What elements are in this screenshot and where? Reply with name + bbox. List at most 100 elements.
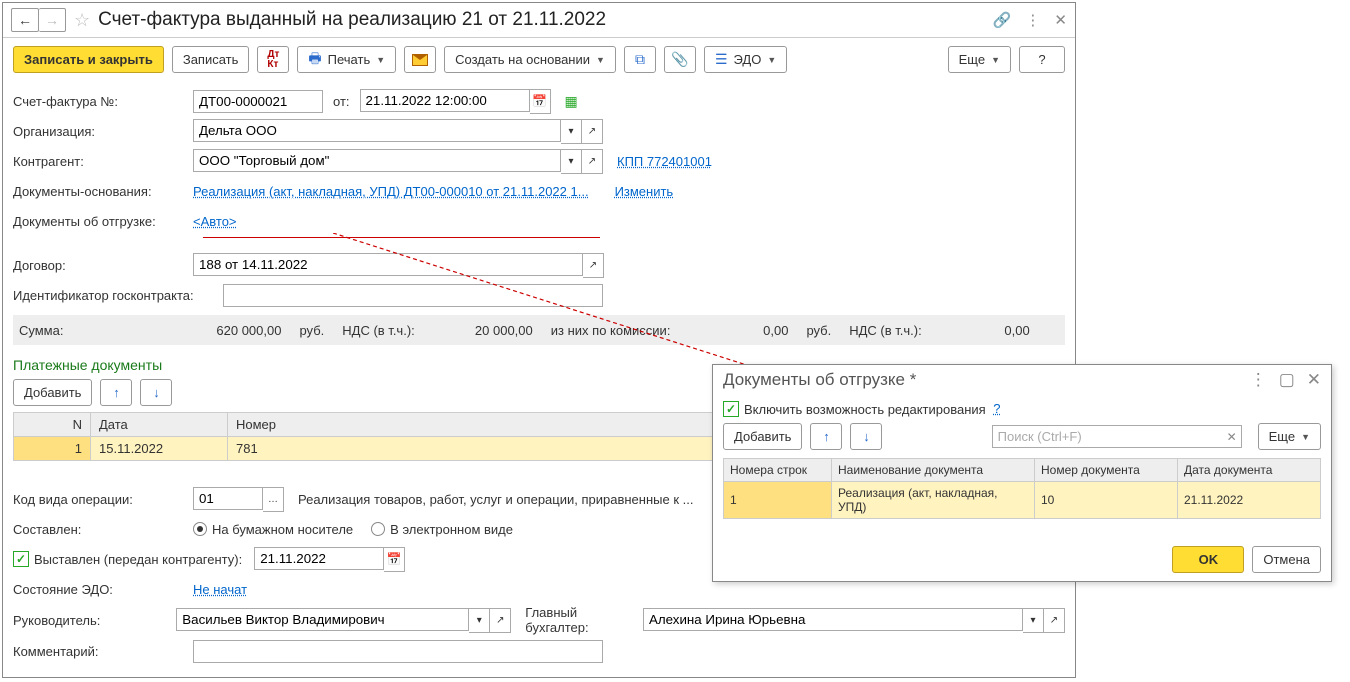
enable-edit-checkbox[interactable]: ✓Включить возможность редактирования xyxy=(723,401,986,417)
search-clear-icon[interactable]: ✕ xyxy=(1227,430,1237,444)
basis-change-link[interactable]: Изменить xyxy=(615,184,674,199)
org-open-button[interactable]: ↗ xyxy=(582,119,603,144)
print-button[interactable]: 🖶Печать▼ xyxy=(297,46,396,73)
edo-button[interactable]: ☰ЭДО▼ xyxy=(704,46,787,73)
col-row-number[interactable]: Номера строк xyxy=(724,459,832,482)
vat-label: НДС (в т.ч.): xyxy=(342,323,415,338)
vat2-label: НДС (в т.ч.): xyxy=(849,323,922,338)
email-button[interactable] xyxy=(404,46,436,73)
optype-select-button[interactable]: … xyxy=(263,487,284,512)
chief-open-button[interactable]: ↗ xyxy=(1044,608,1065,633)
dialog-kebab-icon[interactable]: ⋮ xyxy=(1250,370,1267,390)
org-dropdown-button[interactable]: ▾ xyxy=(561,119,582,144)
col-n[interactable]: N xyxy=(14,413,91,437)
issued-calendar-button[interactable]: 📅 xyxy=(384,547,405,572)
structure-button[interactable]: ⧉ xyxy=(624,46,656,73)
col-doc-date[interactable]: Дата документа xyxy=(1178,459,1321,482)
doc-status-icon[interactable]: ▦ xyxy=(565,93,578,110)
dialog-add-button[interactable]: Добавить xyxy=(723,423,802,450)
save-button[interactable]: Записать xyxy=(172,46,250,73)
help-button[interactable]: ? xyxy=(1019,46,1065,73)
optype-input[interactable] xyxy=(193,487,263,510)
ship-docs-label: Документы об отгрузке: xyxy=(13,214,193,229)
head-input[interactable] xyxy=(176,608,469,631)
head-open-button[interactable]: ↗ xyxy=(490,608,511,633)
arrow-down-icon: ↓ xyxy=(153,385,160,400)
issued-checkbox[interactable]: ✓Выставлен (передан контрагенту): xyxy=(13,551,242,567)
nav-back-button[interactable]: ← xyxy=(11,8,39,32)
contract-label: Договор: xyxy=(13,258,193,273)
col-date[interactable]: Дата xyxy=(91,413,228,437)
check-icon: ✓ xyxy=(723,401,739,417)
date-input[interactable] xyxy=(360,89,530,112)
arrow-up-icon: ↑ xyxy=(113,385,120,400)
radio-dot-icon xyxy=(193,522,207,536)
partner-dropdown-button[interactable]: ▾ xyxy=(561,149,582,174)
partner-input[interactable] xyxy=(193,149,561,172)
col-doc-name[interactable]: Наименование документа xyxy=(832,459,1035,482)
org-input[interactable] xyxy=(193,119,561,142)
search-input[interactable]: Поиск (Ctrl+F) ✕ xyxy=(992,425,1242,448)
ok-button[interactable]: OK xyxy=(1172,546,1244,573)
more-button[interactable]: Еще▼ xyxy=(948,46,1011,73)
nav-forward-button[interactable]: → xyxy=(39,8,66,32)
edo-state-link[interactable]: Не начат xyxy=(193,582,247,597)
number-input[interactable] xyxy=(193,90,323,113)
chief-input[interactable] xyxy=(643,608,1023,631)
chevron-down-icon: ▼ xyxy=(376,55,385,65)
optype-description: Реализация товаров, работ, услуг и опера… xyxy=(298,492,693,507)
basis-link[interactable]: Реализация (акт, накладная, УПД) ДТ00-00… xyxy=(193,184,589,199)
comment-label: Комментарий: xyxy=(13,644,193,659)
chief-dropdown-button[interactable]: ▾ xyxy=(1023,608,1044,633)
check-icon: ✓ xyxy=(13,551,29,567)
comm-label: из них по комиссии: xyxy=(551,323,671,338)
radio-paper[interactable]: На бумажном носителе xyxy=(193,522,353,537)
dialog-title: Документы об отгрузке * xyxy=(723,370,916,390)
kpp-link[interactable]: КПП 772401001 xyxy=(617,154,712,169)
dialog-move-down-button[interactable]: ↓ xyxy=(850,423,882,450)
cell-name: Реализация (акт, накладная, УПД) xyxy=(832,482,1035,519)
dialog-move-up-button[interactable]: ↑ xyxy=(810,423,842,450)
ship-docs-link[interactable]: <Авто> xyxy=(193,214,237,229)
enable-edit-help[interactable]: ? xyxy=(993,401,1000,416)
chevron-down-icon: ▼ xyxy=(1301,432,1310,442)
create-based-button[interactable]: Создать на основании▼ xyxy=(444,46,616,73)
save-close-button[interactable]: Записать и закрыть xyxy=(13,46,164,73)
col-doc-number[interactable]: Номер документа xyxy=(1035,459,1178,482)
compiled-label: Составлен: xyxy=(13,522,193,537)
move-down-button[interactable]: ↓ xyxy=(140,379,172,406)
more-label: Еще xyxy=(1269,429,1295,444)
chevron-down-icon: ▼ xyxy=(596,55,605,65)
page-title: Счет-фактура выданный на реализацию 21 о… xyxy=(98,9,606,31)
from-label: от: xyxy=(333,94,350,109)
cancel-button[interactable]: Отмена xyxy=(1252,546,1321,573)
payments-add-button[interactable]: Добавить xyxy=(13,379,92,406)
gos-input[interactable] xyxy=(223,284,603,307)
partner-label: Контрагент: xyxy=(13,154,193,169)
kebab-icon[interactable]: ⋮ xyxy=(1025,11,1040,29)
table-row[interactable]: 1 Реализация (акт, накладная, УПД) 10 21… xyxy=(724,482,1321,519)
contract-open-button[interactable]: ↗ xyxy=(583,253,604,278)
chevron-down-icon: ▼ xyxy=(991,55,1000,65)
calendar-icon: 📅 xyxy=(387,552,402,566)
sum-label: Сумма: xyxy=(19,323,63,338)
partner-open-button[interactable]: ↗ xyxy=(582,149,603,174)
vat2-value: 0,00 xyxy=(940,323,1030,338)
close-icon[interactable]: ✕ xyxy=(1054,11,1067,29)
dialog-more-button[interactable]: Еще ▼ xyxy=(1258,423,1321,450)
radio-electronic[interactable]: В электронном виде xyxy=(371,522,513,537)
move-up-button[interactable]: ↑ xyxy=(100,379,132,406)
link-icon[interactable]: 🔗 xyxy=(993,11,1012,29)
contract-input[interactable] xyxy=(193,253,583,276)
favorite-icon[interactable]: ☆ xyxy=(74,10,90,31)
issued-date-input[interactable] xyxy=(254,547,384,570)
comment-input[interactable] xyxy=(193,640,603,663)
attach-button[interactable]: 📎 xyxy=(664,46,696,73)
dt-kt-button[interactable]: ДтКт xyxy=(257,46,289,73)
org-label: Организация: xyxy=(13,124,193,139)
head-dropdown-button[interactable]: ▾ xyxy=(469,608,490,633)
calendar-button[interactable]: 📅 xyxy=(530,89,551,114)
dialog-close-icon[interactable]: ✕ xyxy=(1307,370,1321,390)
edo-label: ЭДО xyxy=(734,52,762,67)
dialog-maximize-icon[interactable]: ▢ xyxy=(1279,370,1295,390)
